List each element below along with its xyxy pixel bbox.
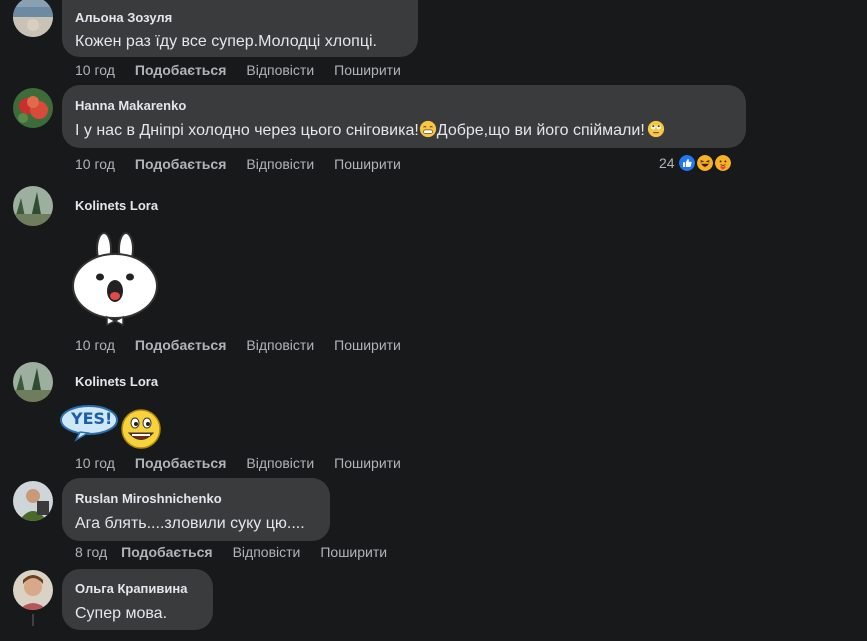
avatar[interactable] [13, 481, 53, 521]
like-icon [676, 153, 697, 173]
avatar-image [13, 186, 53, 226]
rolling-eyes-emoji-icon [647, 120, 664, 138]
like-button[interactable]: Подобається [121, 543, 212, 561]
share-button[interactable]: Поширити [334, 454, 401, 472]
care-icon [712, 153, 733, 173]
thread-line [32, 614, 34, 626]
comment-text-part-1: І у нас в Дніпрі холодно через цього сні… [75, 122, 419, 139]
comment-time[interactable]: 10 год [75, 336, 115, 354]
avatar[interactable] [13, 570, 53, 610]
comment-text: І у нас в Дніпрі холодно через цього сні… [75, 120, 733, 142]
comment-time[interactable]: 8 год [75, 543, 107, 561]
like-button[interactable]: Подобається [135, 155, 226, 173]
comment-author[interactable]: Ольга Крапивина [75, 581, 200, 597]
comment-author[interactable]: Kolinets Lora [75, 374, 158, 389]
bunny-sticker-image [72, 232, 158, 327]
comment-actions: 10 год Подобається Відповісти Поширити [75, 155, 401, 173]
reply-button[interactable]: Відповісти [246, 336, 314, 354]
comment-author[interactable]: Альона Зозуля [75, 10, 405, 26]
haha-icon [694, 153, 715, 173]
comment-bubble: Ruslan Miroshnichenko Ага блять....злови… [62, 478, 330, 541]
reply-button[interactable]: Відповісти [246, 155, 314, 173]
reply-button[interactable]: Відповісти [246, 61, 314, 79]
comment-actions: 10 год Подобається Відповісти Поширити [75, 336, 401, 354]
yes-smiley-sticker: YES! [60, 404, 164, 450]
like-button[interactable]: Подобається [135, 454, 226, 472]
share-button[interactable]: Поширити [334, 61, 401, 79]
comment-actions: 10 год Подобається Відповісти Поширити [75, 61, 401, 79]
comment-bubble: Ольга Крапивина Супер мова. [62, 569, 213, 630]
comment-author[interactable]: Ruslan Miroshnichenko [75, 491, 317, 507]
comment-text-part-2: Добре,що ви його спіймали! [436, 122, 645, 139]
like-button[interactable]: Подобається [135, 61, 226, 79]
bunny-sticker [72, 231, 160, 327]
comment-bubble: Альона Зозуля Кожен раз їду все супер.Мо… [62, 0, 418, 57]
reaction-summary[interactable]: 24 [659, 153, 733, 173]
comment-text: Ага блять....зловили суку цю.... [75, 515, 305, 532]
avatar[interactable] [13, 88, 53, 128]
avatar-image [13, 0, 53, 37]
avatar-image [13, 88, 53, 128]
comment-bubble: Hanna Makarenko І у нас в Дніпрі холодно… [62, 85, 746, 148]
comment-time[interactable]: 10 год [75, 61, 115, 79]
avatar-image [13, 570, 53, 610]
comment-actions: 10 год Подобається Відповісти Поширити [75, 454, 401, 472]
avatar[interactable] [13, 0, 53, 37]
comment-time[interactable]: 10 год [75, 454, 115, 472]
grin-emoji-icon [419, 120, 436, 138]
comment-author[interactable]: Hanna Makarenko [75, 98, 733, 114]
sticker-text: YES! [71, 409, 113, 428]
avatar-image [13, 481, 53, 521]
reaction-count: 24 [659, 155, 675, 171]
reply-button[interactable]: Відповісти [233, 543, 301, 561]
avatar[interactable] [13, 186, 53, 226]
comment-actions: 8 год Подобається Відповісти Поширити [75, 543, 387, 561]
reply-button[interactable]: Відповісти [246, 454, 314, 472]
share-button[interactable]: Поширити [320, 543, 387, 561]
share-button[interactable]: Поширити [334, 336, 401, 354]
avatar-image [13, 362, 53, 402]
comment-author[interactable]: Kolinets Lora [75, 198, 158, 213]
avatar[interactable] [13, 362, 53, 402]
comment-text: Супер мова. [75, 605, 168, 622]
comment-time[interactable]: 10 год [75, 155, 115, 173]
like-button[interactable]: Подобається [135, 336, 226, 354]
share-button[interactable]: Поширити [334, 155, 401, 173]
comment-text: Кожен раз їду все супер.Молодці хлопці. [75, 33, 377, 50]
